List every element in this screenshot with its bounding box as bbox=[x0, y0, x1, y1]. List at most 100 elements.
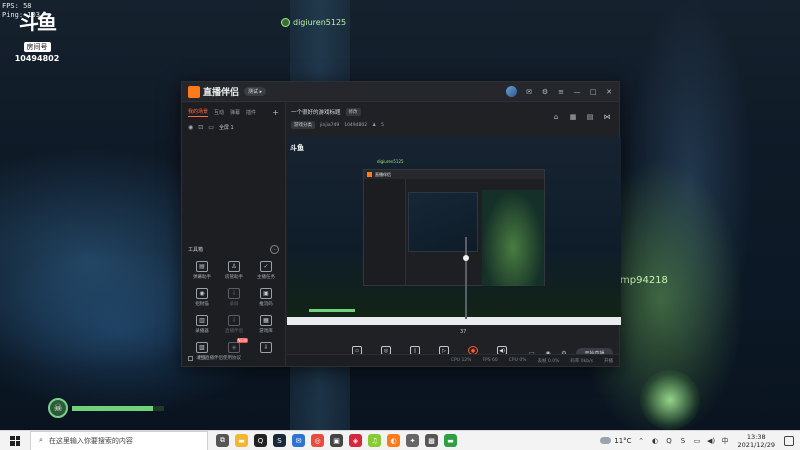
nested-app-name: 直播伴侣 bbox=[375, 171, 391, 177]
titlebar-controls: ✉ ⚙ ≡ — □ ✕ bbox=[506, 86, 613, 97]
version-badge[interactable]: 测试 ▸ bbox=[244, 87, 267, 96]
scene-name: 全屏 1 bbox=[218, 125, 234, 131]
taskbar-search[interactable]: ⌕ 在这里输入你要搜索的内容 bbox=[30, 430, 208, 450]
weather-widget[interactable]: 11°C bbox=[600, 436, 632, 445]
clock-date: 2021/12/29 bbox=[737, 440, 775, 449]
app-body: 我的场景 互动 弹幕 插件 + ◉ ⊡ ▭ 全屏 1 工具箱 ⋯ ▤ 弹幕助手 ♙ 房… bbox=[182, 103, 621, 366]
close-icon[interactable]: ✕ bbox=[605, 88, 613, 96]
tool-item[interactable]: ✓ 主播任务 bbox=[250, 261, 282, 280]
tool-item[interactable]: ▤ 弹幕助手 bbox=[186, 261, 218, 280]
file-explorer-icon[interactable]: ▬ bbox=[235, 434, 248, 447]
douyu-icon[interactable]: ◐ bbox=[387, 434, 400, 447]
stream-meta: 游戏分类 jinjia749 10494802 ♟ 5 bbox=[291, 121, 615, 129]
volume-icon[interactable]: ◀) bbox=[707, 436, 716, 445]
maximize-icon[interactable]: □ bbox=[589, 88, 597, 96]
eye-icon[interactable]: ◉ bbox=[188, 124, 193, 131]
browser-icon[interactable]: ◎ bbox=[311, 434, 324, 447]
status-item: CPU 12% bbox=[450, 358, 472, 363]
tool-icon: ▥ bbox=[196, 315, 208, 326]
douyu-logo-text: 斗鱼 bbox=[19, 10, 57, 34]
windows-taskbar: ⌕ 在这里输入你要搜索的内容 ⧉ ▬ Q S ✉ ◎ ▣ ◈ ♫ ◐ ✦ ▩ ▬ 11°C ⌃ ◐ Q … bbox=[0, 430, 800, 450]
tool-item[interactable]: ⇩ 录屏 bbox=[218, 288, 250, 307]
ime-icon[interactable]: 中 bbox=[721, 436, 730, 445]
mic-volume-slider[interactable] bbox=[463, 137, 469, 325]
left-tabs: 我的场景 互动 弹幕 插件 + bbox=[182, 103, 285, 120]
tool-icon: ▣ bbox=[260, 288, 272, 299]
app2-icon[interactable]: ▩ bbox=[425, 434, 438, 447]
douyu-watermark: 斗鱼 房间号 10494802 bbox=[13, 10, 61, 63]
room-label: 房间号 bbox=[23, 42, 51, 52]
mic-slider-track[interactable] bbox=[465, 237, 467, 319]
tool-item[interactable]: ▦ 游戏库 bbox=[250, 315, 282, 334]
tray-app-icon[interactable]: ◐ bbox=[651, 436, 660, 445]
agreement-checkbox[interactable] bbox=[188, 355, 193, 361]
tool-item[interactable]: ▥ 录播器 bbox=[186, 315, 218, 334]
health-indicator: ☠ bbox=[48, 398, 164, 418]
tool-label: 直播伴侣 bbox=[225, 329, 243, 334]
tool-icon: ▧ bbox=[196, 342, 208, 353]
tool-item[interactable]: ⇩ bbox=[250, 342, 282, 361]
add-scene-icon[interactable]: + bbox=[272, 108, 279, 117]
network-icon[interactable]: ▭ bbox=[693, 436, 702, 445]
preview-taskbar bbox=[287, 317, 621, 325]
task-view-icon[interactable]: ⧉ bbox=[216, 434, 229, 447]
minimize-icon[interactable]: — bbox=[573, 88, 581, 96]
agreement-row[interactable]: 斗鱼直播伴侣使用协议 bbox=[188, 355, 241, 361]
gift-icon[interactable]: ⌂ bbox=[552, 113, 560, 121]
status-item: CPU 0% bbox=[508, 358, 527, 363]
tool-icon[interactable]: ✦ bbox=[406, 434, 419, 447]
game-icon[interactable]: ◈ bbox=[349, 434, 362, 447]
tool-item[interactable]: ▣ 推流码 bbox=[250, 288, 282, 307]
clock[interactable]: 13:38 2021/12/29 bbox=[738, 433, 775, 449]
room-id: 10494802 bbox=[344, 122, 368, 128]
search-icon: ⌕ bbox=[39, 436, 43, 444]
health-bar bbox=[72, 405, 164, 411]
steam-icon[interactable]: S bbox=[273, 434, 286, 447]
tab-danmaku[interactable]: 弹幕 bbox=[230, 109, 240, 116]
tool-label: 推流码 bbox=[259, 302, 273, 307]
notification-icon[interactable] bbox=[784, 435, 794, 446]
nested-preview-window: 直播伴侣 bbox=[363, 169, 545, 286]
category-badge[interactable]: 游戏分类 bbox=[291, 121, 315, 129]
start-button[interactable] bbox=[0, 431, 30, 450]
stream-preview[interactable]: 斗鱼 digiuren5125 直播伴侣 bbox=[287, 137, 621, 325]
edit-title-button[interactable]: 修改 bbox=[345, 108, 361, 116]
chevron-up-icon[interactable]: ⌃ bbox=[637, 436, 646, 445]
tray-steam-icon[interactable]: S bbox=[679, 436, 688, 445]
green-badge-icon[interactable]: ▬ bbox=[444, 434, 457, 447]
chat-icon[interactable]: ✉ bbox=[292, 434, 305, 447]
message-icon[interactable]: ✉ bbox=[525, 88, 533, 96]
main-toolbar: ⌂ ▦ ▤ ⋈ bbox=[552, 113, 611, 121]
mic-slider-knob[interactable] bbox=[463, 255, 469, 262]
tool-item[interactable]: ⇩ 直播伴侣 bbox=[218, 315, 250, 334]
qq-icon[interactable]: Q bbox=[254, 434, 267, 447]
agreement-text[interactable]: 斗鱼直播伴侣使用协议 bbox=[196, 355, 241, 361]
status-item: 开播 bbox=[604, 358, 613, 364]
tab-interact[interactable]: 互动 bbox=[214, 109, 224, 116]
lock-icon[interactable]: ⊡ bbox=[198, 124, 203, 131]
app-icon[interactable]: ▣ bbox=[330, 434, 343, 447]
app-brand: 直播伴侣 测试 ▸ bbox=[188, 85, 267, 98]
tool-label: 招财猫 bbox=[195, 302, 209, 307]
tool-item[interactable]: ◉ 招财猫 bbox=[186, 288, 218, 307]
settings-icon[interactable]: ⚙ bbox=[541, 88, 549, 96]
toolbox-grid: ▤ 弹幕助手 ♙ 房管助手 ✓ 主播任务 ◉ 招财猫 ⇩ 录屏 ▣ 推流码 ▥ 录播器 ⇩ 直播伴侣 ▦ 游戏库 ▧… bbox=[186, 261, 282, 361]
share-icon[interactable]: ⋈ bbox=[603, 113, 611, 121]
toolbox-settings-icon[interactable]: ⋯ bbox=[270, 245, 279, 254]
avatar[interactable] bbox=[506, 86, 517, 97]
tool-label: 录屏 bbox=[229, 302, 239, 307]
status-item: FPS 60 bbox=[482, 358, 498, 363]
menu-icon[interactable]: ≡ bbox=[557, 88, 565, 96]
tray-qq-icon[interactable]: Q bbox=[665, 436, 674, 445]
music-icon[interactable]: ♫ bbox=[368, 434, 381, 447]
tab-plugins[interactable]: 插件 bbox=[246, 109, 256, 116]
search-input[interactable]: 在这里输入你要搜索的内容 bbox=[49, 436, 133, 446]
tool-item[interactable]: ♙ 房管助手 bbox=[218, 261, 250, 280]
weather-temp: 11°C bbox=[614, 436, 632, 445]
player-tag-top: digiuren5125 bbox=[281, 18, 346, 27]
tab-scenes[interactable]: 我的场景 bbox=[188, 108, 209, 117]
scene-item[interactable]: ◉ ⊡ ▭ 全屏 1 bbox=[182, 120, 285, 135]
shop-icon[interactable]: ▦ bbox=[569, 113, 577, 121]
main-panel: 一个很好的游戏标题 修改 游戏分类 jinjia749 10494802 ♟ 5… bbox=[287, 103, 621, 366]
stats-icon[interactable]: ▤ bbox=[586, 113, 594, 121]
